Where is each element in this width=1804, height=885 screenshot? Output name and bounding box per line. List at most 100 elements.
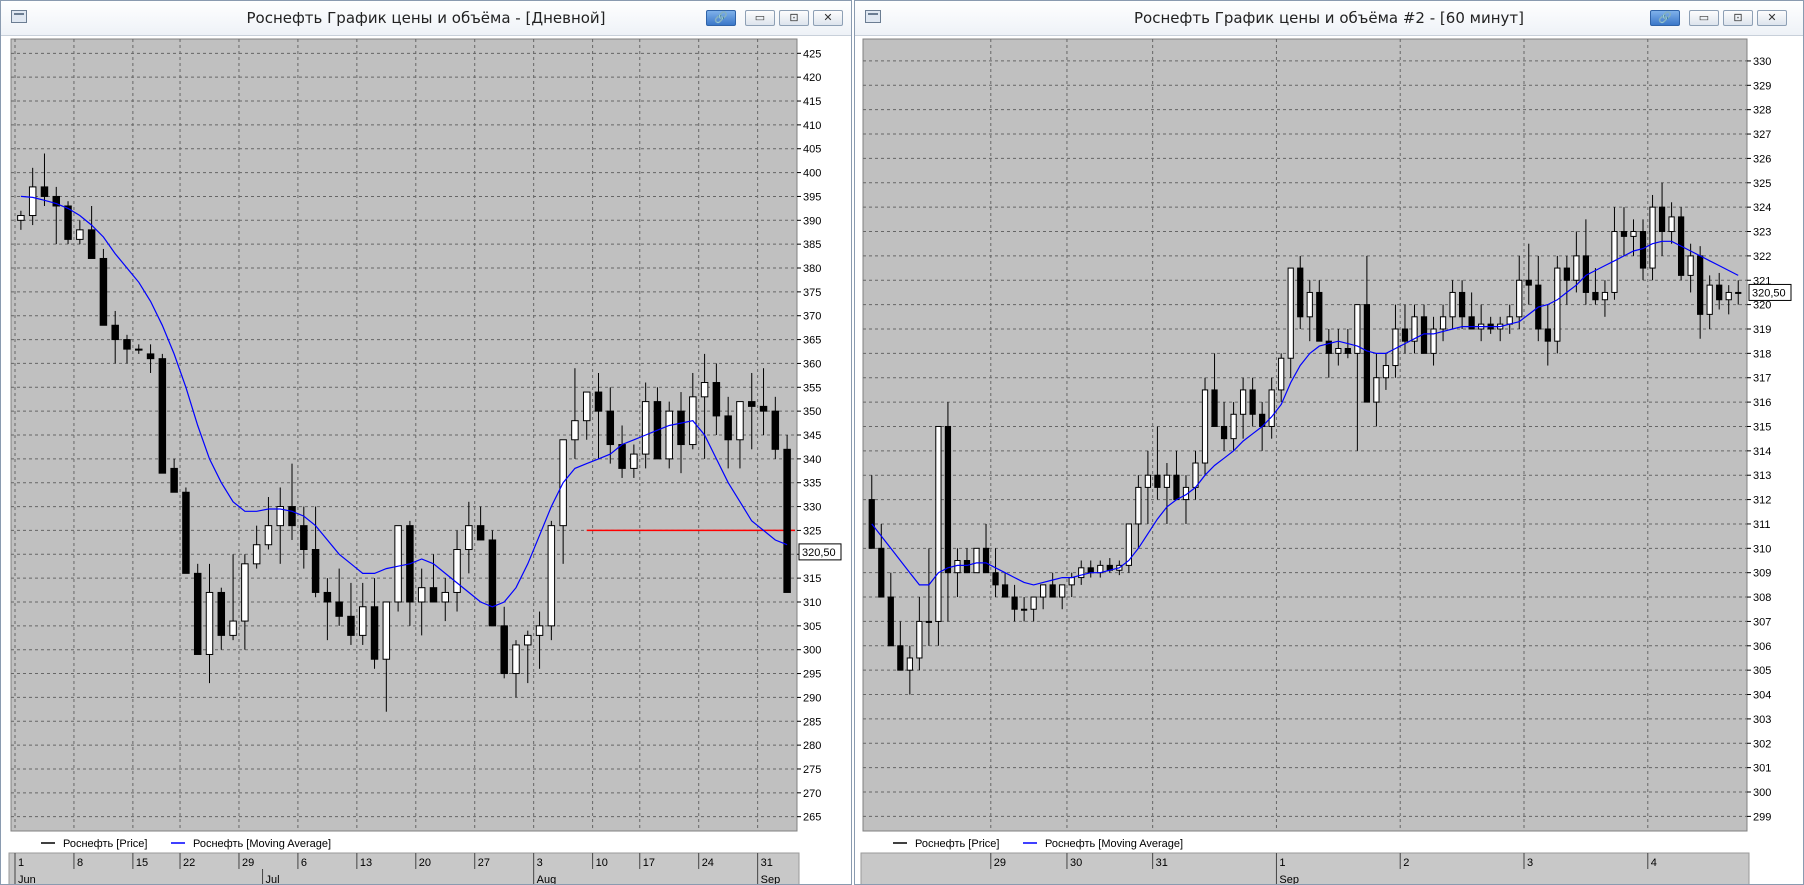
candle-up [1201, 389, 1209, 464]
plot-group: 2652702752802852902953003053103153203253… [8, 38, 842, 885]
x-tick-label: 29 [242, 857, 254, 869]
candle-up [252, 544, 261, 565]
x-axis-strip [8, 852, 800, 884]
candle-down [170, 467, 178, 493]
candle-down [1211, 389, 1218, 427]
y-tick-label: 308 [1753, 592, 1771, 604]
restore-button[interactable]: ⊡ [1723, 10, 1753, 26]
x-tick-label: 27 [478, 857, 490, 869]
y-tick-label: 301 [1753, 763, 1771, 775]
y-tick-label: 328 [1753, 105, 1771, 117]
candle-down [370, 606, 379, 660]
candle-down [488, 539, 497, 627]
y-tick-label: 400 [803, 168, 821, 180]
candle-up [935, 425, 942, 622]
candle-up [524, 634, 532, 646]
candle-up [571, 420, 579, 441]
candle-up [205, 591, 214, 655]
y-tick-label: 420 [803, 72, 821, 84]
x-month-label: Aug [537, 874, 557, 885]
x-tick-label: 3 [1527, 857, 1533, 869]
candle-up [229, 620, 237, 636]
candle-up [547, 525, 556, 627]
candle-down [500, 625, 508, 675]
x-tick-label: 20 [419, 857, 431, 869]
candle-down [193, 572, 202, 655]
candle-down [712, 382, 721, 417]
candle-up [1230, 413, 1237, 440]
candle-down [300, 525, 308, 551]
candle-down [606, 410, 615, 446]
candle-down [99, 257, 108, 326]
candle-up [925, 620, 933, 623]
plot-group: 2993003013023033043053063073083093103113… [860, 38, 1792, 884]
y-tick-label: 390 [803, 215, 821, 227]
candle-up [641, 401, 650, 455]
candle-up [512, 644, 520, 675]
x-tick-label: 1 [1279, 857, 1285, 869]
candle-up [954, 560, 961, 574]
candle-down [1316, 291, 1323, 342]
candle-up [1097, 564, 1104, 574]
hourly-candlestick-chart[interactable]: 2993003013023033043053063073083093103113… [855, 35, 1804, 885]
y-tick-label: 304 [1753, 690, 1771, 702]
candle-down [87, 229, 96, 259]
y-tick-label: 310 [1753, 543, 1771, 555]
candle-down [111, 324, 119, 341]
y-tick-label: 324 [1753, 202, 1771, 214]
close-button[interactable]: ✕ [1757, 10, 1787, 26]
window-titlebar[interactable]: Роснефть График цены и объёма #2 - [60 м… [855, 1, 1803, 36]
y-tick-label: 425 [803, 48, 821, 60]
y-tick-label: 323 [1753, 227, 1771, 239]
candle-down [476, 525, 485, 541]
y-tick-label: 285 [803, 716, 821, 728]
candle-down [992, 572, 999, 586]
x-tick-label: 3 [537, 857, 543, 869]
y-tick-label: 330 [803, 502, 821, 514]
candle-down [123, 339, 131, 350]
candle-up [264, 525, 273, 546]
candle-up [1706, 284, 1713, 315]
x-month-label: Sep [761, 874, 781, 885]
y-tick-label: 345 [803, 430, 821, 442]
candle-down [878, 547, 885, 598]
close-button[interactable]: ✕ [813, 10, 843, 26]
candle-up [1068, 577, 1075, 586]
candle-up [1335, 347, 1342, 354]
last-price-tag: 320,50 [1752, 287, 1786, 299]
y-tick-label: 405 [803, 144, 821, 156]
candle-down [1087, 567, 1094, 574]
daily-candlestick-chart[interactable]: 2652702752802852902953003053103153203253… [1, 35, 852, 885]
candle-up [973, 547, 980, 574]
link-icon[interactable]: 🔗 [706, 10, 736, 26]
y-tick-label: 385 [803, 239, 821, 251]
link-icon[interactable]: 🔗 [1650, 10, 1680, 26]
y-tick-label: 307 [1753, 616, 1771, 628]
minimize-button[interactable]: ▭ [1689, 10, 1719, 26]
candle-down [1716, 284, 1723, 301]
candle-up [1430, 328, 1437, 354]
y-tick-label: 295 [803, 669, 821, 681]
candle-up [17, 215, 25, 221]
y-tick-label: 330 [1753, 56, 1771, 68]
restore-button[interactable]: ⊡ [779, 10, 809, 26]
candle-down [759, 405, 768, 412]
candle-down [748, 401, 756, 407]
candle-up [135, 348, 143, 351]
candle-up [1059, 584, 1066, 598]
candle-down [1592, 291, 1599, 301]
x-tick-label: 4 [1651, 857, 1657, 869]
minimize-button[interactable]: ▭ [745, 10, 775, 26]
plot-area [862, 38, 1748, 832]
y-tick-label: 380 [803, 263, 821, 275]
candle-up [1239, 389, 1247, 415]
candle-down [618, 444, 626, 469]
window-titlebar[interactable]: Роснефть График цены и объёма - [Дневной… [1, 1, 851, 36]
candle-down [1563, 267, 1570, 281]
legend-label: Роснефть [Moving Average] [193, 838, 331, 850]
y-tick-label: 290 [803, 692, 821, 704]
candle-down [1658, 206, 1666, 233]
y-tick-label: 311 [1753, 519, 1771, 531]
candle-up [1601, 291, 1609, 301]
candle-up [1687, 255, 1694, 276]
